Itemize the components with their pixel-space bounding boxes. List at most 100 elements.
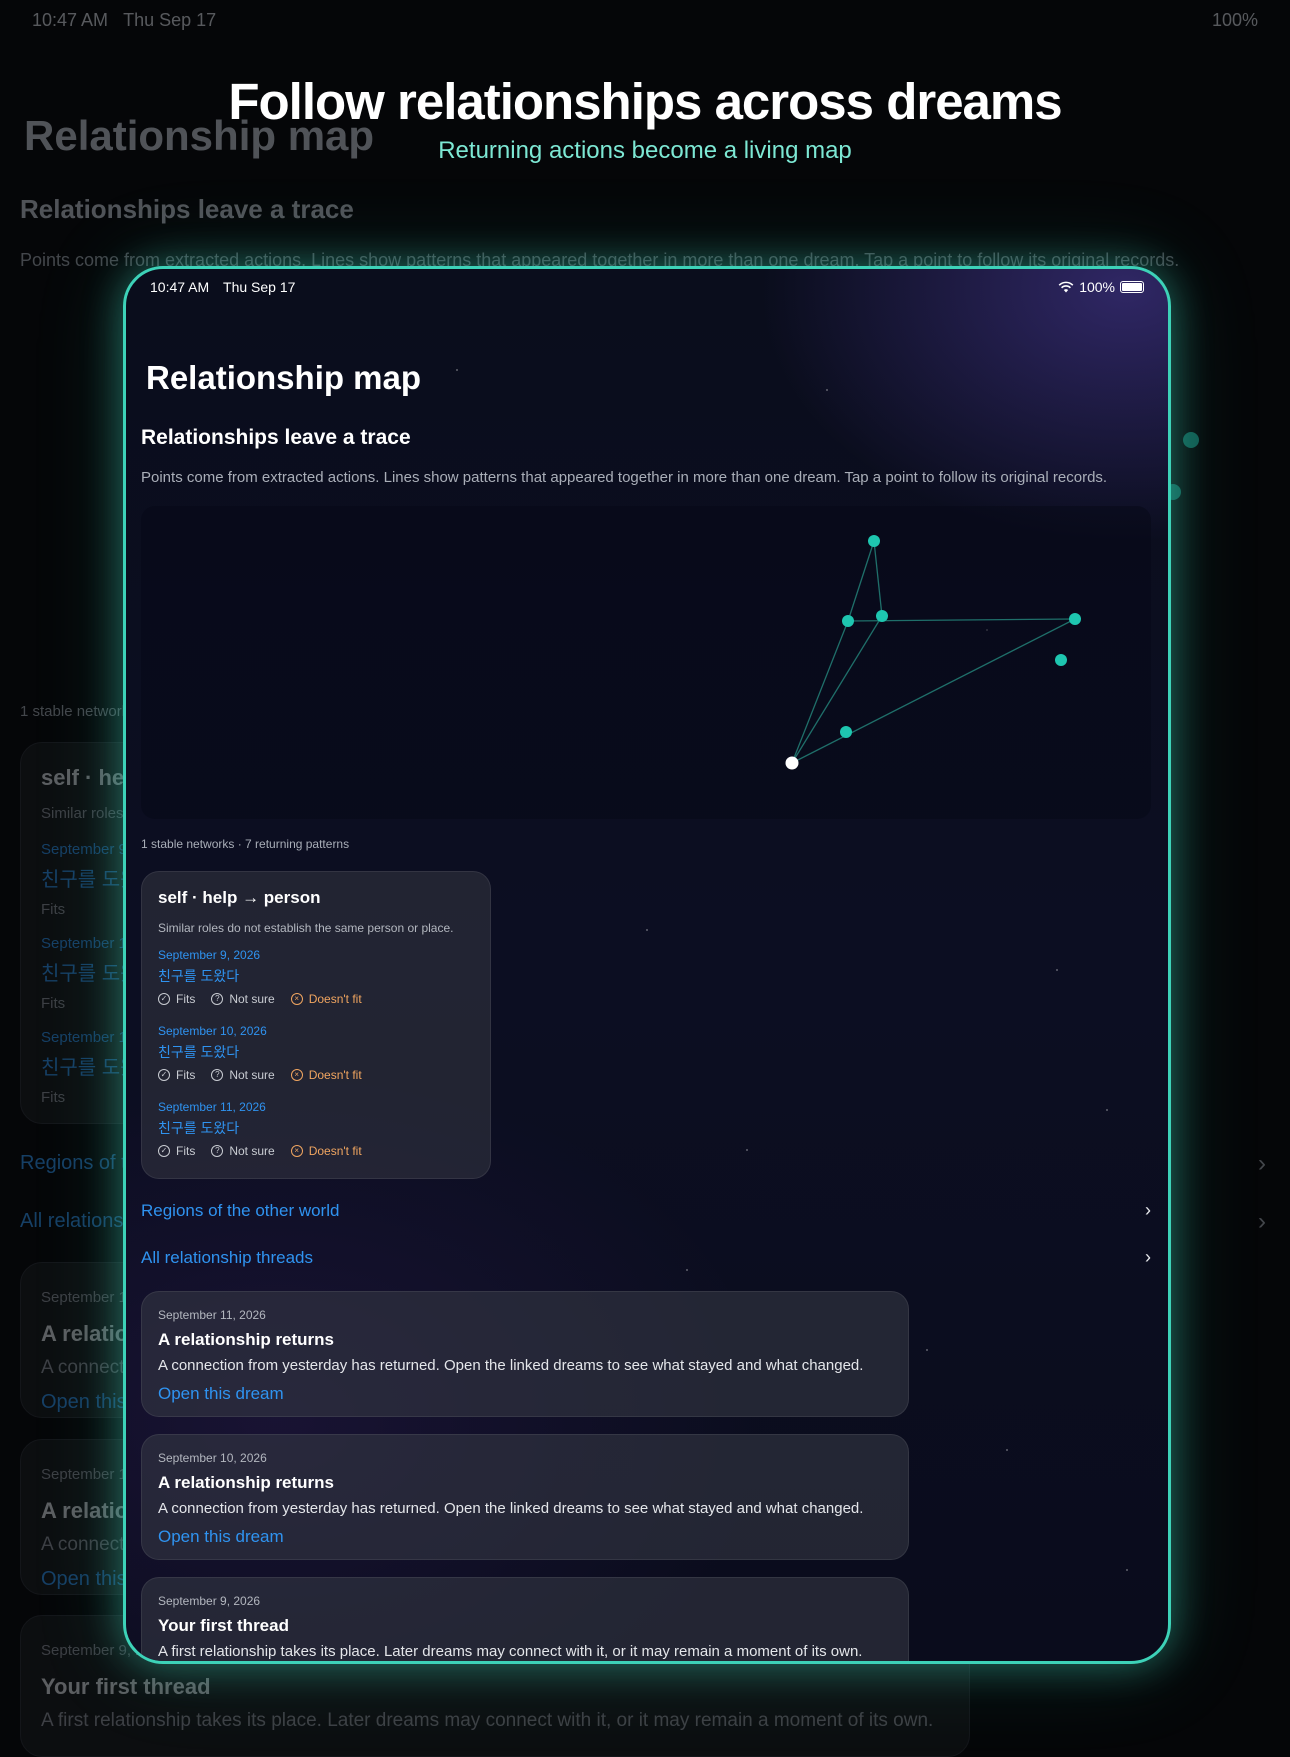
feedback-actions: ✓ Fits ? Not sure × Doesn't fit [158,1068,362,1082]
page-title: Relationship map [146,359,422,396]
record-card: September 10, 2026 A relationship return… [141,1434,909,1560]
record-body: A connection from yesterday has returned… [158,1357,864,1374]
doesnt-fit-label: Doesn't fit [308,992,362,1006]
star [1126,1569,1128,1571]
occurrence-text[interactable]: 친구를 도왔다 [158,966,239,986]
background-chevron-right-icon: › [1258,1150,1266,1177]
threads-link[interactable]: All relationship threads › [141,1247,1151,1268]
fits-label: Fits [176,1144,196,1158]
star [646,929,648,931]
star [1056,969,1058,971]
not-sure-button[interactable]: ? Not sure [211,1144,275,1158]
map-node[interactable] [1055,654,1067,666]
hero-title: Follow relationships across dreams [228,73,1062,130]
status-left: 10:47 AM Thu Sep 17 [150,279,295,295]
battery-icon [1120,281,1144,293]
hero-subtitle: Returning actions become a living map [438,137,852,164]
occurrence-date[interactable]: September 9, 2026 [158,948,260,962]
doesnt-fit-label: Doesn't fit [308,1068,362,1082]
chevron-right-icon: › [1145,1200,1151,1220]
star [926,1349,928,1351]
record-card: September 9, 2026 Your first thread A fi… [141,1577,909,1661]
hero-caption: Follow relationships across dreams Retur… [0,72,1290,165]
doesnt-fit-label: Doesn't fit [308,1144,362,1158]
map-edge [791,615,883,764]
map-node[interactable] [840,726,852,738]
not-sure-button[interactable]: ? Not sure [211,1068,275,1082]
map-node[interactable] [876,610,888,622]
regions-link[interactable]: Regions of the other world › [141,1200,1151,1221]
x-circle-icon: × [290,1145,303,1157]
device-screen: 10:47 AM Thu Sep 17 100% Relationship ma… [123,266,1171,1664]
check-circle-icon: ✓ [158,1069,170,1081]
doesnt-fit-button[interactable]: × Doesn't fit [290,1144,362,1158]
background-map-node [1183,432,1199,448]
occurrence-date[interactable]: September 10, 2026 [158,1024,267,1038]
map-node[interactable] [1069,613,1081,625]
regions-link-label: Regions of the other world [141,1201,340,1220]
record-body: A first relationship takes its place. La… [158,1643,863,1660]
status-date: Thu Sep 17 [223,279,296,295]
fits-button[interactable]: ✓ Fits [158,992,195,1006]
map-edge [847,540,875,622]
map-node-selected[interactable] [785,756,799,770]
record-date: September 10, 2026 [158,1451,267,1465]
question-circle-icon: ? [211,1145,224,1157]
record-title: A relationship returns [158,1330,335,1349]
pattern-subtitle: Similar roles do not establish the same … [158,921,454,935]
map-edge [791,618,1076,764]
record-date: September 9, 2026 [158,1594,261,1608]
fits-button[interactable]: ✓ Fits [158,1068,195,1082]
relationship-map[interactable] [141,506,1151,819]
background-chevron-right-icon: › [1258,1208,1266,1235]
map-edges [791,540,1076,764]
fits-button[interactable]: ✓ Fits [158,1144,195,1158]
record-card: September 11, 2026 A relationship return… [141,1291,909,1417]
occurrence-text[interactable]: 친구를 도왔다 [158,1118,239,1138]
not-sure-button[interactable]: ? Not sure [211,992,275,1006]
map-node[interactable] [868,535,880,547]
pattern-card: self · help → person Similar roles do no… [141,871,491,1179]
status-time: 10:47 AM [150,279,210,295]
star [686,1269,688,1271]
background-fits-label: Fits [41,995,66,1012]
occurrence-item: September 11, 2026 친구를 도왔다 ✓ Fits ? Not su… [158,1100,478,1174]
not-sure-label: Not sure [229,992,275,1006]
star [826,389,828,391]
doesnt-fit-button[interactable]: × Doesn't fit [290,992,362,1006]
status-bar: 10:47 AM Thu Sep 17 100% [150,279,1144,295]
background-status-right: 100% [1211,10,1258,30]
doesnt-fit-button[interactable]: × Doesn't fit [290,1068,362,1082]
not-sure-label: Not sure [229,1144,275,1158]
feedback-actions: ✓ Fits ? Not sure × Doesn't fit [158,992,362,1006]
map-edge [873,540,883,617]
open-dream-link[interactable]: Open this dream [158,1527,284,1547]
open-dream-link[interactable]: Open this dream [158,1384,284,1404]
background-fits-label: Fits [41,901,66,918]
question-circle-icon: ? [211,1069,224,1081]
fits-label: Fits [176,1068,196,1082]
map-node[interactable] [842,615,854,627]
occurrence-item: September 10, 2026 친구를 도왔다 ✓ Fits ? Not su… [158,1024,478,1098]
status-right: 100% [1058,279,1144,295]
background-section-heading: Relationships leave a trace [20,194,354,224]
star [456,369,458,371]
network-summary: 1 stable networks · 7 returning patterns [141,837,350,851]
wifi-icon [1058,281,1074,293]
background-fits-label: Fits [41,1089,66,1106]
background-record-title: Your first thread [41,1674,211,1699]
occurrence-item: September 9, 2026 친구를 도왔다 ✓ Fits ? Not sur… [158,948,478,1022]
background-record-body: A first relationship takes its place. La… [41,1710,934,1731]
not-sure-label: Not sure [229,1068,275,1082]
occurrence-text[interactable]: 친구를 도왔다 [158,1042,239,1062]
record-title: A relationship returns [158,1473,335,1492]
feedback-actions: ✓ Fits ? Not sure × Doesn't fit [158,1144,362,1158]
section-description: Points come from extracted actions. Line… [141,469,1108,486]
check-circle-icon: ✓ [158,1145,170,1157]
pattern-title: self · help → person [158,888,321,907]
record-date: September 11, 2026 [158,1308,266,1322]
fits-label: Fits [176,992,196,1006]
background-status-bar: 10:47 AM Thu Sep 17 100% [32,10,1258,31]
relationship-map-canvas [785,535,1081,770]
occurrence-date[interactable]: September 11, 2026 [158,1100,266,1114]
